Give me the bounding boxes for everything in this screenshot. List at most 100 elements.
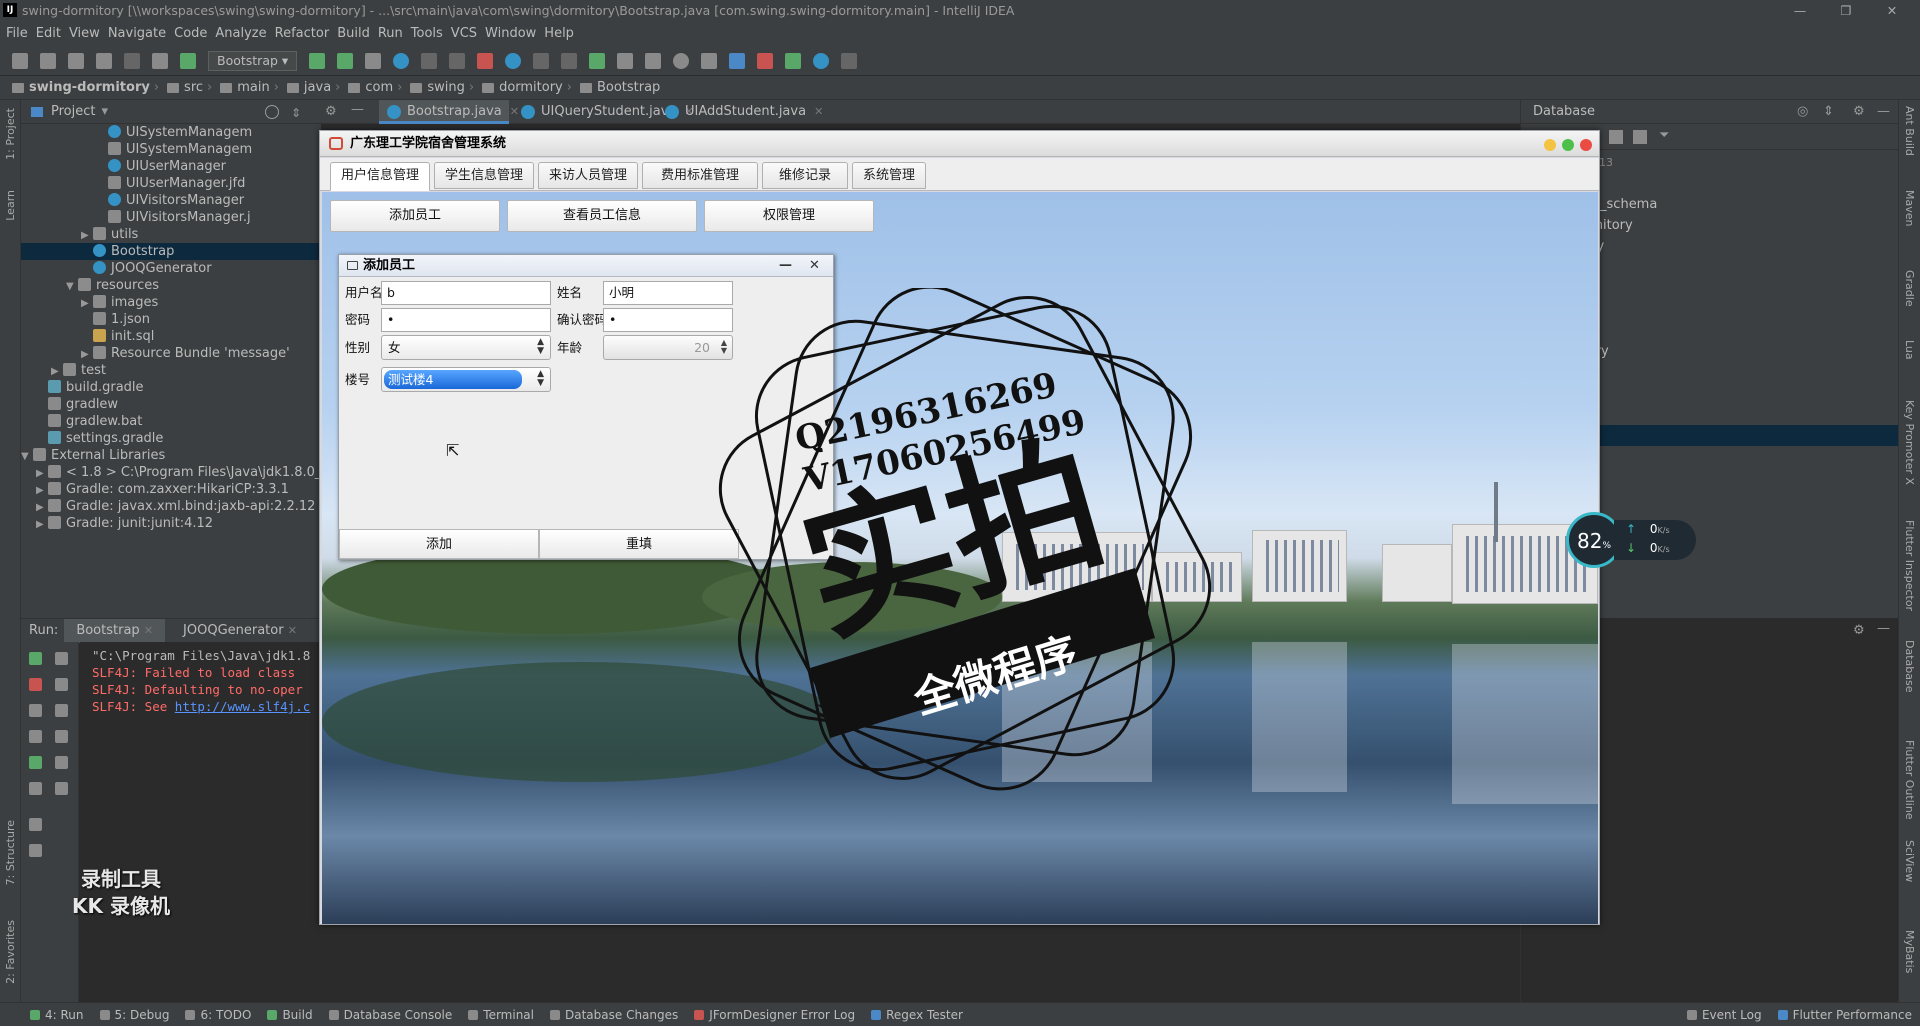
project-tree-item[interactable]: ▼ External Libraries <box>21 447 321 464</box>
vcs-icon[interactable] <box>533 52 550 69</box>
chevron-down-icon[interactable]: ▼ <box>66 278 78 295</box>
minimize-icon[interactable]: — <box>779 255 792 277</box>
down-icon[interactable] <box>55 678 68 691</box>
project-tree-item[interactable]: UIVisitorsManager <box>21 192 321 209</box>
maximize-icon[interactable]: ❐ <box>1826 0 1866 22</box>
right-tool-button[interactable]: SciView <box>1903 840 1916 882</box>
menu-item[interactable]: Edit <box>36 22 69 46</box>
app-tab[interactable]: 学生信息管理 <box>434 162 534 189</box>
db-console-icon[interactable] <box>1633 130 1647 144</box>
menu-item[interactable]: File <box>6 22 36 46</box>
status-tool-button[interactable]: 6: TODO <box>185 1008 251 1022</box>
chevron-right-icon[interactable]: ▶ <box>36 482 48 499</box>
right-tool-button[interactable]: Lua <box>1903 340 1916 360</box>
tool-project[interactable]: 1: Project <box>4 108 17 160</box>
editor-tab[interactable]: UIAddStudent.java ✕ <box>657 100 823 124</box>
db-gear-icon[interactable]: ⚙ <box>1853 100 1865 124</box>
breadcrumb-item[interactable]: java <box>283 80 331 95</box>
app-tab[interactable]: 费用标准管理 <box>642 162 758 189</box>
close-icon[interactable]: ✕ <box>809 255 820 277</box>
project-tree-item[interactable]: UIUserManager.jfd <box>21 175 321 192</box>
vcs-push-icon[interactable] <box>561 52 578 69</box>
spinner-arrows-icon[interactable]: ▲ ▼ <box>721 339 727 355</box>
right-tool-button[interactable]: Flutter Outline <box>1903 740 1916 820</box>
plugin2-icon[interactable] <box>757 52 774 69</box>
right-tool-button[interactable]: Flutter Inspector <box>1903 520 1916 611</box>
attach-icon[interactable] <box>421 52 438 69</box>
project-label[interactable]: Project <box>51 104 95 119</box>
right-tool-button[interactable]: MyBatis <box>1903 930 1916 973</box>
trash-icon[interactable] <box>55 782 68 795</box>
db-bottom-gear-icon[interactable]: ⚙ <box>1853 623 1865 638</box>
menu-item[interactable]: Tools <box>411 22 451 46</box>
project-tree-item[interactable]: ▶ images <box>21 294 321 311</box>
view-employees-button[interactable]: 查看员工信息 <box>507 200 697 232</box>
tool-structure[interactable]: 7: Structure <box>4 820 17 885</box>
editor-tab[interactable]: Bootstrap.java ✕ <box>379 100 519 124</box>
app-tab[interactable]: 系统管理 <box>852 162 926 189</box>
db-globe-icon[interactable]: ◎ <box>1797 100 1808 124</box>
pause-icon[interactable] <box>29 704 42 717</box>
name-input[interactable]: 小明 <box>603 281 733 305</box>
age-spinner[interactable]: 20 ▲ ▼ <box>603 335 733 360</box>
project-tree-item[interactable]: ▶ < 1.8 > C:\Program Files\Java\jdk1.8.0_… <box>21 464 321 481</box>
translate-icon[interactable] <box>701 52 718 69</box>
status-tool-button[interactable]: 5: Debug <box>99 1008 169 1022</box>
app-tab[interactable]: 用户信息管理 <box>330 162 430 191</box>
maximize-icon[interactable] <box>1562 139 1574 151</box>
soft-wrap-icon[interactable] <box>55 704 68 717</box>
chevron-down-icon[interactable]: ▼ <box>21 448 33 465</box>
up-icon[interactable] <box>55 652 68 665</box>
menu-item[interactable]: Run <box>378 22 411 46</box>
run-tab-jooq[interactable]: JOOQGenerator ✕ <box>171 619 309 643</box>
db-pencil-icon[interactable] <box>1609 130 1623 144</box>
app-tab[interactable]: 来访人员管理 <box>538 162 638 189</box>
gender-select[interactable]: 女 ▲ ▼ <box>381 335 551 360</box>
back-icon[interactable] <box>96 52 112 69</box>
right-tool-button[interactable]: Key Promoter X <box>1903 400 1916 485</box>
project-tree-item[interactable]: 1.json <box>21 311 321 328</box>
db-bottom-hide-icon[interactable]: — <box>1877 621 1890 636</box>
terminal-icon[interactable] <box>785 52 802 69</box>
right-tool-button[interactable]: Ant Build <box>1903 106 1916 156</box>
debug-icon[interactable] <box>337 52 354 69</box>
menu-item[interactable]: Code <box>174 22 215 46</box>
pin-icon[interactable] <box>29 844 42 857</box>
project-tree-item[interactable]: UIUserManager <box>21 158 321 175</box>
menu-item[interactable]: Help <box>544 22 582 46</box>
right-tool-button[interactable]: Maven <box>1903 190 1916 226</box>
menu-item[interactable]: Analyze <box>215 22 274 46</box>
add-employee-button[interactable]: 添加员工 <box>330 200 500 232</box>
scroll-end-icon[interactable] <box>55 730 68 743</box>
no-icon[interactable] <box>813 52 830 69</box>
reset-button[interactable]: 重填 <box>539 529 739 559</box>
console-link[interactable]: http://www.slf4j.c <box>175 699 310 714</box>
confirm-password-input[interactable]: • <box>603 308 733 332</box>
db-collapse-icon[interactable]: ⇕ <box>1823 100 1834 124</box>
project-tree-item[interactable]: UISystemManagem <box>21 124 321 141</box>
breadcrumb-item[interactable]: Bootstrap <box>576 80 660 95</box>
search-icon[interactable] <box>673 52 690 69</box>
project-tree-item[interactable]: ▶ utils <box>21 226 321 243</box>
app-tab[interactable]: 维修记录 <box>762 162 848 189</box>
help-icon[interactable] <box>505 52 522 69</box>
chevron-right-icon[interactable]: ▶ <box>36 499 48 516</box>
project-tree-item[interactable]: ▶ Gradle: com.zaxxer:HikariCP:3.3.1 <box>21 481 321 498</box>
project-tree-item[interactable]: gradlew.bat <box>21 413 321 430</box>
locate-icon[interactable] <box>265 105 279 119</box>
project-tree-item[interactable]: ▶ Resource Bundle 'message' <box>21 345 321 362</box>
save-icon[interactable] <box>40 52 56 69</box>
rerun-icon[interactable] <box>309 52 326 69</box>
breadcrumb-item[interactable]: swing-dormitory <box>8 80 150 95</box>
breadcrumb-item[interactable]: src <box>163 80 203 95</box>
forward-icon[interactable] <box>124 52 140 69</box>
menu-item[interactable]: Refactor <box>275 22 338 46</box>
project-tree-item[interactable]: ▶ test <box>21 362 321 379</box>
status-right-button[interactable]: Event Log <box>1686 1008 1762 1022</box>
tool-learn[interactable]: Learn <box>4 190 17 221</box>
stop-icon[interactable] <box>29 678 42 691</box>
status-tool-button[interactable]: Regex Tester <box>871 1008 963 1022</box>
frame-icon[interactable] <box>152 52 168 69</box>
right-tool-button[interactable]: Gradle <box>1903 270 1916 307</box>
wrench-icon[interactable] <box>617 52 634 69</box>
